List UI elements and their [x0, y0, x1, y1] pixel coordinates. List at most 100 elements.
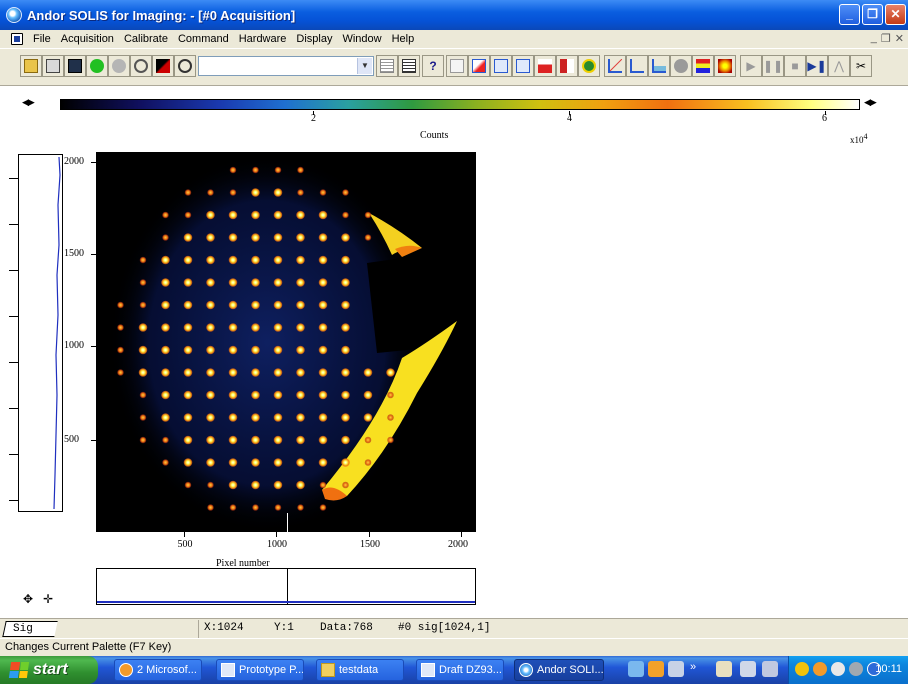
mdi-minimize-button[interactable]: _: [871, 32, 877, 45]
diffraction-spot: [139, 301, 147, 309]
menu-file[interactable]: File: [28, 33, 56, 45]
start-button[interactable]: start: [0, 656, 98, 684]
zoom-vertical-button[interactable]: [490, 55, 512, 77]
quicklaunch-overflow[interactable]: »: [690, 661, 696, 673]
document-icon[interactable]: [11, 33, 23, 45]
menu-command[interactable]: Command: [173, 33, 234, 45]
histogram-button[interactable]: [534, 55, 556, 77]
diffraction-spot: [161, 255, 170, 265]
messenger-icon[interactable]: [849, 662, 863, 676]
task-draft[interactable]: Draft DZ93...: [416, 659, 504, 681]
print-button[interactable]: [42, 55, 64, 77]
menu-window[interactable]: Window: [337, 33, 386, 45]
diffraction-spot: [228, 480, 238, 490]
profile-tick: [9, 316, 18, 317]
exponent-label: x104: [850, 132, 868, 145]
flow-icon: [560, 59, 574, 73]
chart-button[interactable]: ⋀: [828, 55, 850, 77]
run-mode-button[interactable]: [130, 55, 152, 77]
view-button[interactable]: [446, 55, 468, 77]
surface-button[interactable]: [670, 55, 692, 77]
next-frame-button[interactable]: ▶❚: [806, 55, 828, 77]
peak-graph-button[interactable]: [626, 55, 648, 77]
stop-button[interactable]: ■: [784, 55, 806, 77]
chevron-down-icon[interactable]: ▼: [357, 58, 372, 74]
restore-button[interactable]: ❐: [862, 4, 883, 25]
pause-button[interactable]: ❚❚: [762, 55, 784, 77]
flow-button[interactable]: [556, 55, 578, 77]
mdi-close-button[interactable]: ✕: [895, 32, 904, 45]
help-button[interactable]: ?: [422, 55, 444, 77]
x-tick: [461, 532, 462, 537]
diffraction-spot: [228, 458, 238, 467]
take-signal-button[interactable]: [86, 55, 108, 77]
diffraction-spot: [161, 345, 170, 355]
report-button[interactable]: [398, 55, 420, 77]
clock: 10:11: [875, 663, 902, 675]
desktop-root: Andor SOLIS for Imaging: - [#0 Acquisiti…: [0, 0, 908, 684]
x-axis: 500 1000 1500 2000: [96, 532, 476, 552]
scale-button[interactable]: [468, 55, 490, 77]
app-quicklaunch-icon[interactable]: [668, 661, 684, 677]
tools-button[interactable]: ✂: [850, 55, 872, 77]
menu-calibrate[interactable]: Calibrate: [119, 33, 173, 45]
timer-button[interactable]: [174, 55, 196, 77]
task-testdata[interactable]: testdata: [316, 659, 404, 681]
network-tray-icon[interactable]: [740, 661, 756, 677]
abort-button[interactable]: [108, 55, 130, 77]
menu-help[interactable]: Help: [387, 33, 420, 45]
move-cursor-icon[interactable]: ✥: [20, 592, 36, 606]
minimize-button[interactable]: _: [839, 4, 860, 25]
task-prototype[interactable]: Prototype P...: [216, 659, 304, 681]
palette-left-arrows-icon[interactable]: ◀▶: [22, 97, 35, 108]
ccd-image[interactable]: [96, 152, 476, 532]
image-button[interactable]: [714, 55, 736, 77]
acquisition-combo[interactable]: ▼: [198, 56, 374, 76]
open-folder-button[interactable]: [20, 55, 42, 77]
diffraction-spot: [162, 211, 169, 219]
wand-icon: [156, 59, 170, 73]
cross-cursor-icon[interactable]: ✛: [40, 592, 56, 606]
palette-button[interactable]: [692, 55, 714, 77]
signal-readout: #0 sig[1024,1]: [398, 622, 491, 634]
andor-app-icon: [519, 663, 533, 677]
title-bar[interactable]: Andor SOLIS for Imaging: - [#0 Acquisiti…: [0, 0, 908, 30]
color-palette-bar[interactable]: [60, 99, 860, 110]
task-microsoft[interactable]: 2 Microsof... ▼: [114, 659, 202, 681]
mdi-restore-button[interactable]: ❐: [881, 32, 891, 45]
shield-icon[interactable]: [795, 662, 809, 676]
office-quicklaunch-icon[interactable]: [648, 661, 664, 677]
diffraction-spot: [206, 233, 215, 242]
office-tray-icon[interactable]: [813, 662, 827, 676]
volume-icon[interactable]: [831, 662, 845, 676]
info-button[interactable]: [578, 55, 600, 77]
y-axis-label: 2000: [64, 156, 84, 167]
pause-icon: ❚❚: [762, 59, 784, 73]
play-button[interactable]: ▶: [740, 55, 762, 77]
save-button[interactable]: [64, 55, 86, 77]
list-button[interactable]: [376, 55, 398, 77]
wand-button[interactable]: [152, 55, 174, 77]
andor-app-icon[interactable]: [6, 7, 22, 23]
task-andor-solis[interactable]: Andor SOLI...: [514, 659, 604, 681]
menu-acquisition[interactable]: Acquisition: [56, 33, 119, 45]
menu-hardware[interactable]: Hardware: [234, 33, 292, 45]
diffraction-spot: [273, 323, 283, 332]
ie-quicklaunch-icon[interactable]: [628, 661, 644, 677]
diffraction-spot: [228, 278, 238, 287]
rescale-button[interactable]: [512, 55, 534, 77]
profile-tick: [9, 454, 18, 455]
close-button[interactable]: ✕: [885, 4, 906, 25]
line-graph-button[interactable]: [604, 55, 626, 77]
area-graph-button[interactable]: [648, 55, 670, 77]
palette-right-arrows-icon[interactable]: ◀▶: [864, 97, 877, 108]
tool-tray-icon[interactable]: [716, 661, 732, 677]
help-tray-icon[interactable]: [762, 661, 778, 677]
vertical-profile-plot[interactable]: [18, 154, 63, 512]
sig-tab[interactable]: Sig: [2, 621, 58, 637]
diffraction-spot: [274, 166, 282, 174]
acquisition-display: ◀▶ ◀▶ 2 4 6 Counts x104 2000 1500 1000 5…: [0, 86, 908, 618]
horizontal-profile-plot[interactable]: [96, 568, 476, 605]
diffraction-spot: [251, 233, 260, 242]
menu-display[interactable]: Display: [291, 33, 337, 45]
